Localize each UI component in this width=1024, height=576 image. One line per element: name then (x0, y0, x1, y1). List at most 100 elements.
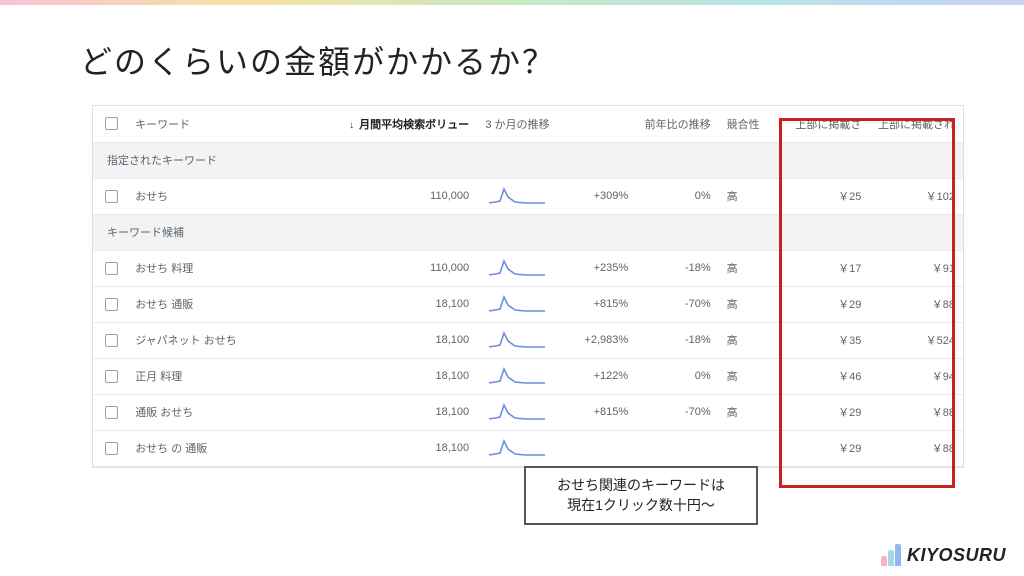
header-bid-low[interactable]: 上部に掲載さ (787, 106, 869, 142)
row-checkbox[interactable] (105, 442, 118, 455)
sparkline-icon (487, 435, 547, 459)
cell-3m-change (558, 430, 636, 466)
cell-bid-low: ￥29 (787, 286, 869, 322)
cell-yoy-change (636, 430, 718, 466)
cell-bid-high: ￥88 (869, 286, 963, 322)
annotation-callout: おせち関連のキーワードは 現在1クリック数十円〜 (524, 466, 758, 525)
table-header-row: キーワード ↓ 月間平均検索ボリュー 3 か月の推移 前年比の推移 競合性 上部… (93, 106, 963, 142)
sparkline-icon (487, 363, 547, 387)
cell-3m-change: +815% (558, 394, 636, 430)
cell-bid-high: ￥88 (869, 430, 963, 466)
cell-yoy-change: -70% (636, 286, 718, 322)
row-checkbox[interactable] (105, 298, 118, 311)
cell-yoy-change: -18% (636, 322, 718, 358)
row-checkbox[interactable] (105, 406, 118, 419)
sparkline-icon (487, 327, 547, 351)
header-keyword[interactable]: キーワード (129, 106, 340, 142)
row-checkbox[interactable] (105, 262, 118, 275)
page-title: どのくらいの金額がかかるか？ (0, 5, 1024, 105)
table-row[interactable]: おせち 通販18,100 +815%-70%高 ￥29￥88 (93, 286, 963, 322)
keyword-table-container: キーワード ↓ 月間平均検索ボリュー 3 か月の推移 前年比の推移 競合性 上部… (92, 105, 964, 468)
sparkline-icon (487, 255, 547, 279)
cell-sparkline (477, 394, 558, 430)
cell-keyword: ジャパネット おせち (129, 322, 340, 358)
header-yoy[interactable]: 前年比の推移 (636, 106, 718, 142)
cell-keyword: おせち の 通販 (129, 430, 340, 466)
table-row[interactable]: 通販 おせち18,100+815%-70%高￥29￥88 (93, 394, 963, 430)
sort-descending-icon: ↓ (349, 120, 354, 131)
brand-logo-icon (881, 544, 903, 566)
select-all-checkbox[interactable] (105, 117, 118, 130)
cell-yoy-change: -18% (636, 250, 718, 286)
cell-bid-low: ￥29 (787, 430, 869, 466)
table-row[interactable]: おせち の 通販18,100 ￥29￥88 (93, 430, 963, 466)
cell-keyword: 正月 料理 (129, 358, 340, 394)
cell-yoy-change: 0% (636, 358, 718, 394)
cell-bid-low: ￥25 (787, 178, 869, 214)
cell-bid-high: ￥524 (869, 322, 963, 358)
cell-3m-change: +815% (558, 286, 636, 322)
cell-keyword: おせち 通販 (129, 286, 340, 322)
brand-text: KIYOSURU (907, 545, 1006, 566)
cell-competition: 高 (719, 322, 771, 358)
header-trend-3m[interactable]: 3 か月の推移 (477, 106, 558, 142)
cell-volume: 18,100 (340, 322, 477, 358)
cell-volume: 18,100 (340, 430, 477, 466)
cell-sparkline (477, 430, 558, 466)
cell-sparkline (477, 358, 558, 394)
cell-competition: 高 (719, 178, 771, 214)
cell-bid-low: ￥35 (787, 322, 869, 358)
section-header-row: キーワード候補 (93, 214, 963, 250)
cell-sparkline (477, 286, 558, 322)
cell-competition: 高 (719, 286, 771, 322)
header-volume-label: 月間平均検索ボリュー (359, 119, 469, 131)
cell-bid-low: ￥17 (787, 250, 869, 286)
cell-3m-change: +309% (558, 178, 636, 214)
cell-3m-change: +2,983% (558, 322, 636, 358)
cell-competition: 高 (719, 250, 771, 286)
header-bid-high[interactable]: 上部に掲載され (869, 106, 963, 142)
cell-yoy-change: 0% (636, 178, 718, 214)
callout-line1: おせち関連のキーワードは (536, 476, 746, 496)
cell-3m-change: +122% (558, 358, 636, 394)
row-checkbox[interactable] (105, 190, 118, 203)
table-row[interactable]: ジャパネット おせち18,100 +2,983%-18%高 ￥35￥524 (93, 322, 963, 358)
cell-volume: 18,100 (340, 358, 477, 394)
cell-bid-high: ￥91 (869, 250, 963, 286)
header-checkbox-cell (93, 106, 129, 142)
cell-bid-high: ￥94 (869, 358, 963, 394)
cell-bid-high: ￥88 (869, 394, 963, 430)
sparkline-icon (487, 183, 547, 207)
header-competition[interactable]: 競合性 (719, 106, 771, 142)
sparkline-icon (487, 291, 547, 315)
section-header-row: 指定されたキーワード (93, 142, 963, 178)
table-row[interactable]: おせち110,000 +309%0%高 ￥25￥102 (93, 178, 963, 214)
cell-keyword: 通販 おせち (129, 394, 340, 430)
cell-3m-change: +235% (558, 250, 636, 286)
table-row[interactable]: 正月 料理18,100 +122%0%高 ￥46￥94 (93, 358, 963, 394)
cell-volume: 110,000 (340, 250, 477, 286)
brand-mark: KIYOSURU (881, 544, 1006, 566)
cell-yoy-change: -70% (636, 394, 718, 430)
cell-keyword: おせち 料理 (129, 250, 340, 286)
cell-bid-low: ￥29 (787, 394, 869, 430)
cell-sparkline (477, 250, 558, 286)
cell-sparkline (477, 178, 558, 214)
header-spacer (771, 106, 787, 142)
row-checkbox[interactable] (105, 334, 118, 347)
table-row[interactable]: おせち 料理110,000 +235%-18%高 ￥17￥91 (93, 250, 963, 286)
row-checkbox[interactable] (105, 370, 118, 383)
cell-sparkline (477, 322, 558, 358)
cell-volume: 18,100 (340, 394, 477, 430)
header-volume[interactable]: ↓ 月間平均検索ボリュー (340, 106, 477, 142)
sparkline-icon (487, 399, 547, 423)
cell-volume: 18,100 (340, 286, 477, 322)
cell-bid-low: ￥46 (787, 358, 869, 394)
callout-line2: 現在1クリック数十円〜 (536, 496, 746, 516)
keyword-table: キーワード ↓ 月間平均検索ボリュー 3 か月の推移 前年比の推移 競合性 上部… (93, 106, 963, 467)
cell-volume: 110,000 (340, 178, 477, 214)
cell-keyword: おせち (129, 178, 340, 214)
cell-bid-high: ￥102 (869, 178, 963, 214)
cell-competition: 高 (719, 358, 771, 394)
header-spacer-3m (558, 106, 636, 142)
